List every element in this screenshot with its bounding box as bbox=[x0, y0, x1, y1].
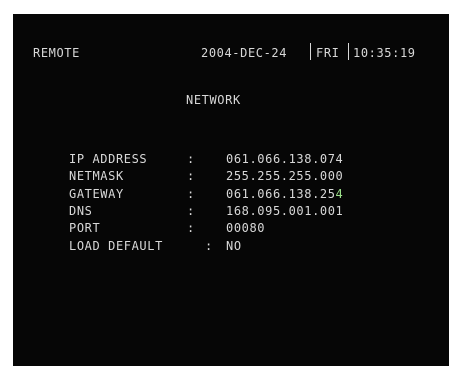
field-label: DNS bbox=[69, 204, 93, 218]
load-default-value[interactable]: NO bbox=[226, 240, 242, 252]
field-label: NETMASK bbox=[69, 169, 124, 183]
day-display: FRI bbox=[316, 46, 340, 60]
field-separator: : bbox=[187, 204, 195, 218]
edit-cursor-digit: 4 bbox=[335, 187, 344, 201]
field-separator: : bbox=[187, 152, 195, 166]
remote-mode-label: REMOTE bbox=[33, 46, 80, 60]
field-separator: : bbox=[187, 221, 195, 235]
page-title: NETWORK bbox=[186, 93, 241, 107]
field-separator: : bbox=[187, 187, 195, 201]
header-divider bbox=[310, 43, 311, 60]
field-label: GATEWAY bbox=[69, 187, 124, 201]
port-value[interactable]: 00080 bbox=[226, 222, 265, 234]
dns-value[interactable]: 168.095.001.001 bbox=[226, 205, 343, 217]
field-separator: : bbox=[205, 239, 213, 253]
netmask-value[interactable]: 255.255.255.000 bbox=[226, 170, 343, 182]
ip-address-value[interactable]: 061.066.138.074 bbox=[226, 153, 343, 165]
field-separator: : bbox=[187, 169, 195, 183]
field-label: PORT bbox=[69, 221, 101, 235]
gateway-value[interactable]: 061.066.138.254 bbox=[226, 188, 343, 200]
field-label: IP ADDRESS bbox=[69, 152, 148, 166]
osd-screen: REMOTE 2004-DEC-24 FRI 10:35:19 NETWORK … bbox=[13, 14, 449, 366]
header-divider bbox=[348, 43, 349, 60]
date-display: 2004-DEC-24 bbox=[201, 46, 288, 60]
field-label: LOAD DEFAULT bbox=[69, 239, 163, 253]
time-display: 10:35:19 bbox=[353, 46, 416, 60]
gateway-value-main: 061.066.138.25 bbox=[226, 187, 336, 201]
